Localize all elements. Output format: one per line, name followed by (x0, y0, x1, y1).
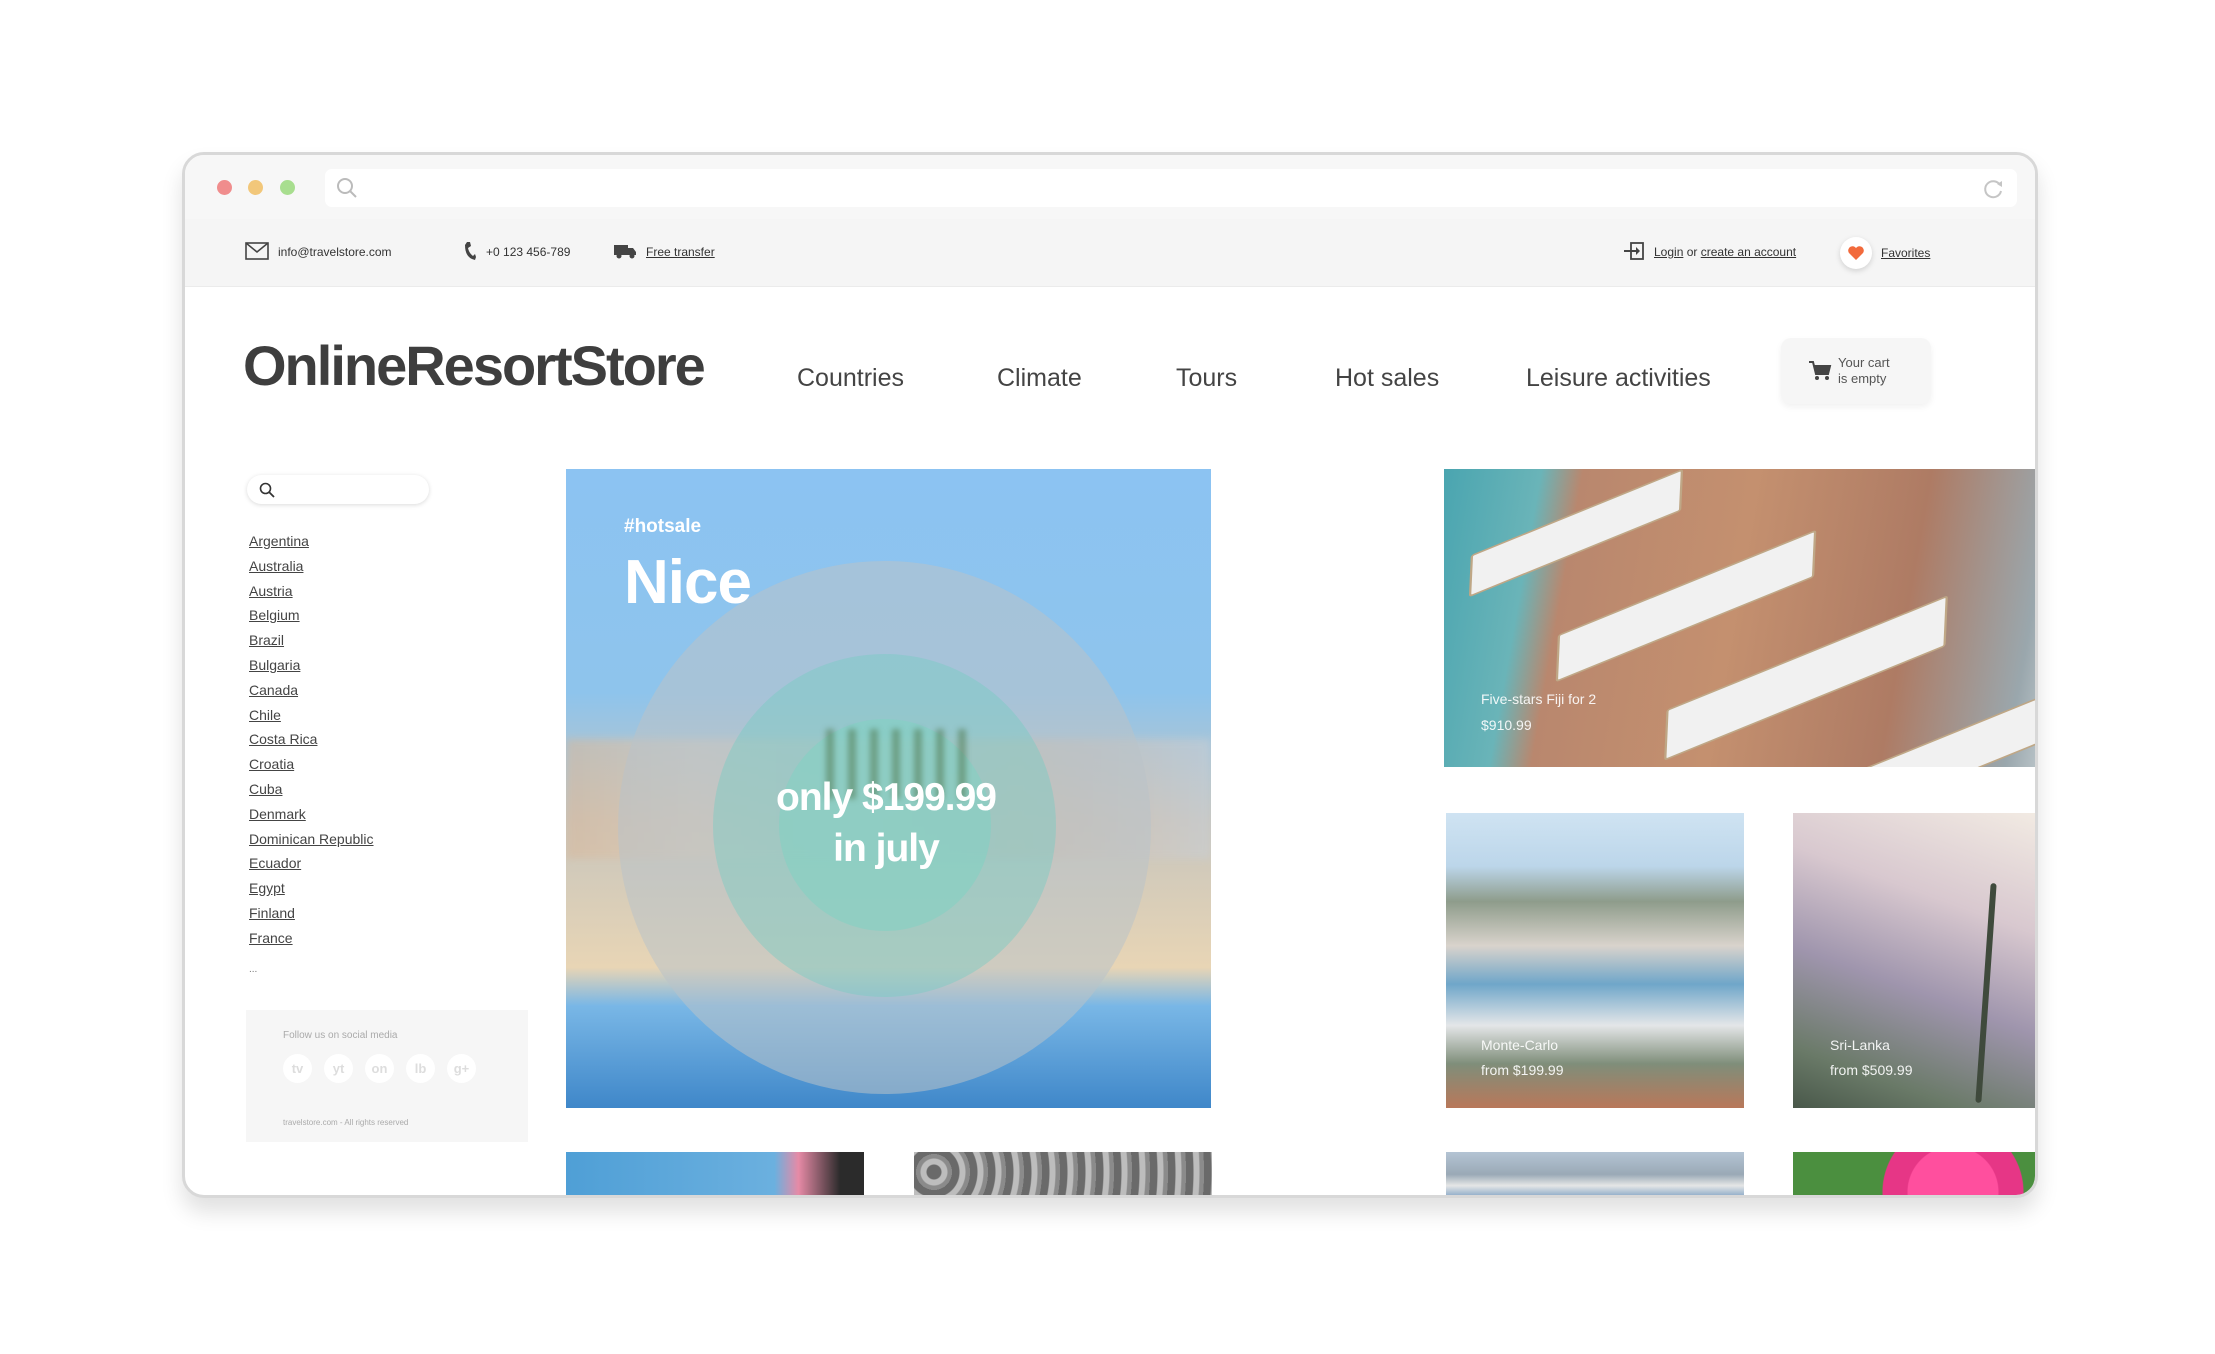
country-link[interactable]: Canada (249, 682, 374, 707)
social-yt-icon[interactable]: yt (324, 1054, 353, 1083)
lounger-image (1555, 529, 1817, 683)
tour-tile-image[interactable] (566, 1152, 864, 1195)
social-gplus-icon[interactable]: g+ (447, 1054, 476, 1083)
maximize-window-button[interactable] (280, 180, 295, 195)
country-link[interactable]: Ecuador (249, 855, 374, 880)
country-link[interactable]: Croatia (249, 756, 374, 781)
cart-button[interactable]: Your cart is empty (1781, 338, 1931, 404)
tour-tile-image[interactable] (1446, 1152, 1744, 1195)
favorites-link[interactable]: Favorites (1881, 246, 1930, 260)
country-link[interactable]: Costa Rica (249, 731, 374, 756)
social-title: Follow us on social media (283, 1030, 398, 1041)
favorites[interactable]: Favorites (1840, 236, 1930, 270)
hero-price-line2: in july (833, 827, 940, 870)
country-link[interactable]: Brazil (249, 632, 374, 657)
login-icon (1623, 241, 1645, 264)
address-bar[interactable] (325, 169, 2017, 207)
browser-titlebar (185, 155, 2035, 219)
lounger-image (1468, 469, 1684, 598)
country-link[interactable]: France (249, 930, 374, 955)
country-link[interactable]: Chile (249, 707, 374, 732)
envelope-icon (245, 241, 269, 263)
hero-hotsale-tile[interactable]: #hotsale Nice only $199.99 in july (566, 469, 1211, 1108)
tile-title: Monte-Carlo (1481, 1037, 1559, 1053)
country-link[interactable]: Belgium (249, 607, 374, 632)
cart-status: Your cart is empty (1838, 355, 1918, 387)
tour-tile-monte-carlo[interactable]: Monte-Carlo from $199.99 (1446, 813, 1744, 1108)
hero-price: only $199.99 in july (566, 772, 1206, 874)
close-window-button[interactable] (217, 180, 232, 195)
social-icons: tv yt on lb g+ (283, 1054, 476, 1083)
hero-price-line1: only $199.99 (776, 776, 997, 819)
free-transfer[interactable]: Free transfer (613, 242, 715, 262)
nav-hot-sales[interactable]: Hot sales (1335, 364, 1439, 393)
nav-countries[interactable]: Countries (797, 364, 904, 393)
country-link[interactable]: Austria (249, 583, 374, 608)
cart-status-line1: Your cart (1838, 355, 1890, 370)
tile-title: Sri-Lanka (1830, 1037, 1890, 1053)
tile-price: $910.99 (1481, 717, 1532, 733)
browser-window: info@travelstore.com +0 123 456-789 Free… (182, 152, 2038, 1198)
social-tv-icon[interactable]: tv (283, 1054, 312, 1083)
site-logo[interactable]: OnlineResortStore (243, 333, 706, 398)
create-account-link[interactable]: create an account (1701, 245, 1796, 259)
phone-icon (463, 241, 477, 264)
social-lb-icon[interactable]: lb (406, 1054, 435, 1083)
top-info-bar: info@travelstore.com +0 123 456-789 Free… (185, 219, 2035, 287)
country-link[interactable]: Dominican Republic (249, 831, 374, 856)
truck-icon (613, 243, 637, 262)
heart-icon (1840, 237, 1872, 269)
lounger-image (1845, 669, 2035, 767)
tour-tile-sri-lanka[interactable]: Sri-Lanka from $509.99 (1793, 813, 2035, 1108)
nav-climate[interactable]: Climate (997, 364, 1082, 393)
tour-tile-image[interactable] (1793, 1152, 2035, 1195)
country-link[interactable]: Denmark (249, 806, 374, 831)
tour-tile-image[interactable] (914, 1152, 1212, 1195)
free-transfer-link[interactable]: Free transfer (646, 245, 715, 259)
hero-city: Nice (624, 548, 752, 617)
country-search-input[interactable] (247, 475, 429, 504)
minimize-window-button[interactable] (248, 180, 263, 195)
login-or-text: or (1683, 245, 1701, 259)
reload-icon[interactable] (1983, 178, 2005, 205)
cart-status-line2: is empty (1838, 371, 1887, 386)
tour-tile-fiji[interactable]: Five-stars Fiji for 2 $910.99 (1444, 469, 2035, 767)
country-list: Argentina Australia Austria Belgium Braz… (249, 533, 374, 955)
phone-contact[interactable]: +0 123 456-789 (463, 241, 571, 264)
palm-tree-image (1975, 883, 1997, 1103)
search-icon (259, 482, 275, 503)
nav-leisure-activities[interactable]: Leisure activities (1526, 364, 1711, 393)
country-link[interactable]: Finland (249, 905, 374, 930)
country-link[interactable]: Bulgaria (249, 657, 374, 682)
tile-title: Five-stars Fiji for 2 (1481, 691, 1597, 707)
email-contact[interactable]: info@travelstore.com (245, 241, 392, 263)
tile-price: from $509.99 (1830, 1062, 1913, 1078)
cart-icon (1808, 360, 1832, 387)
search-icon (336, 177, 358, 204)
email-text[interactable]: info@travelstore.com (278, 245, 392, 259)
login-link[interactable]: Login (1654, 245, 1683, 259)
account-links: Login or create an account (1623, 241, 1796, 264)
copyright-text: travelstore.com - All rights reserved (283, 1118, 409, 1127)
phone-text: +0 123 456-789 (486, 245, 571, 259)
social-on-icon[interactable]: on (365, 1054, 394, 1083)
nav-tours[interactable]: Tours (1176, 364, 1237, 393)
tile-price: from $199.99 (1481, 1062, 1564, 1078)
country-link[interactable]: Australia (249, 558, 374, 583)
hero-tag: #hotsale (624, 516, 702, 537)
country-link[interactable]: Egypt (249, 880, 374, 905)
country-link[interactable]: Argentina (249, 533, 374, 558)
more-countries-link[interactable]: ... (249, 964, 257, 975)
country-link[interactable]: Cuba (249, 781, 374, 806)
social-media-box: Follow us on social media tv yt on lb g+… (246, 1010, 528, 1142)
